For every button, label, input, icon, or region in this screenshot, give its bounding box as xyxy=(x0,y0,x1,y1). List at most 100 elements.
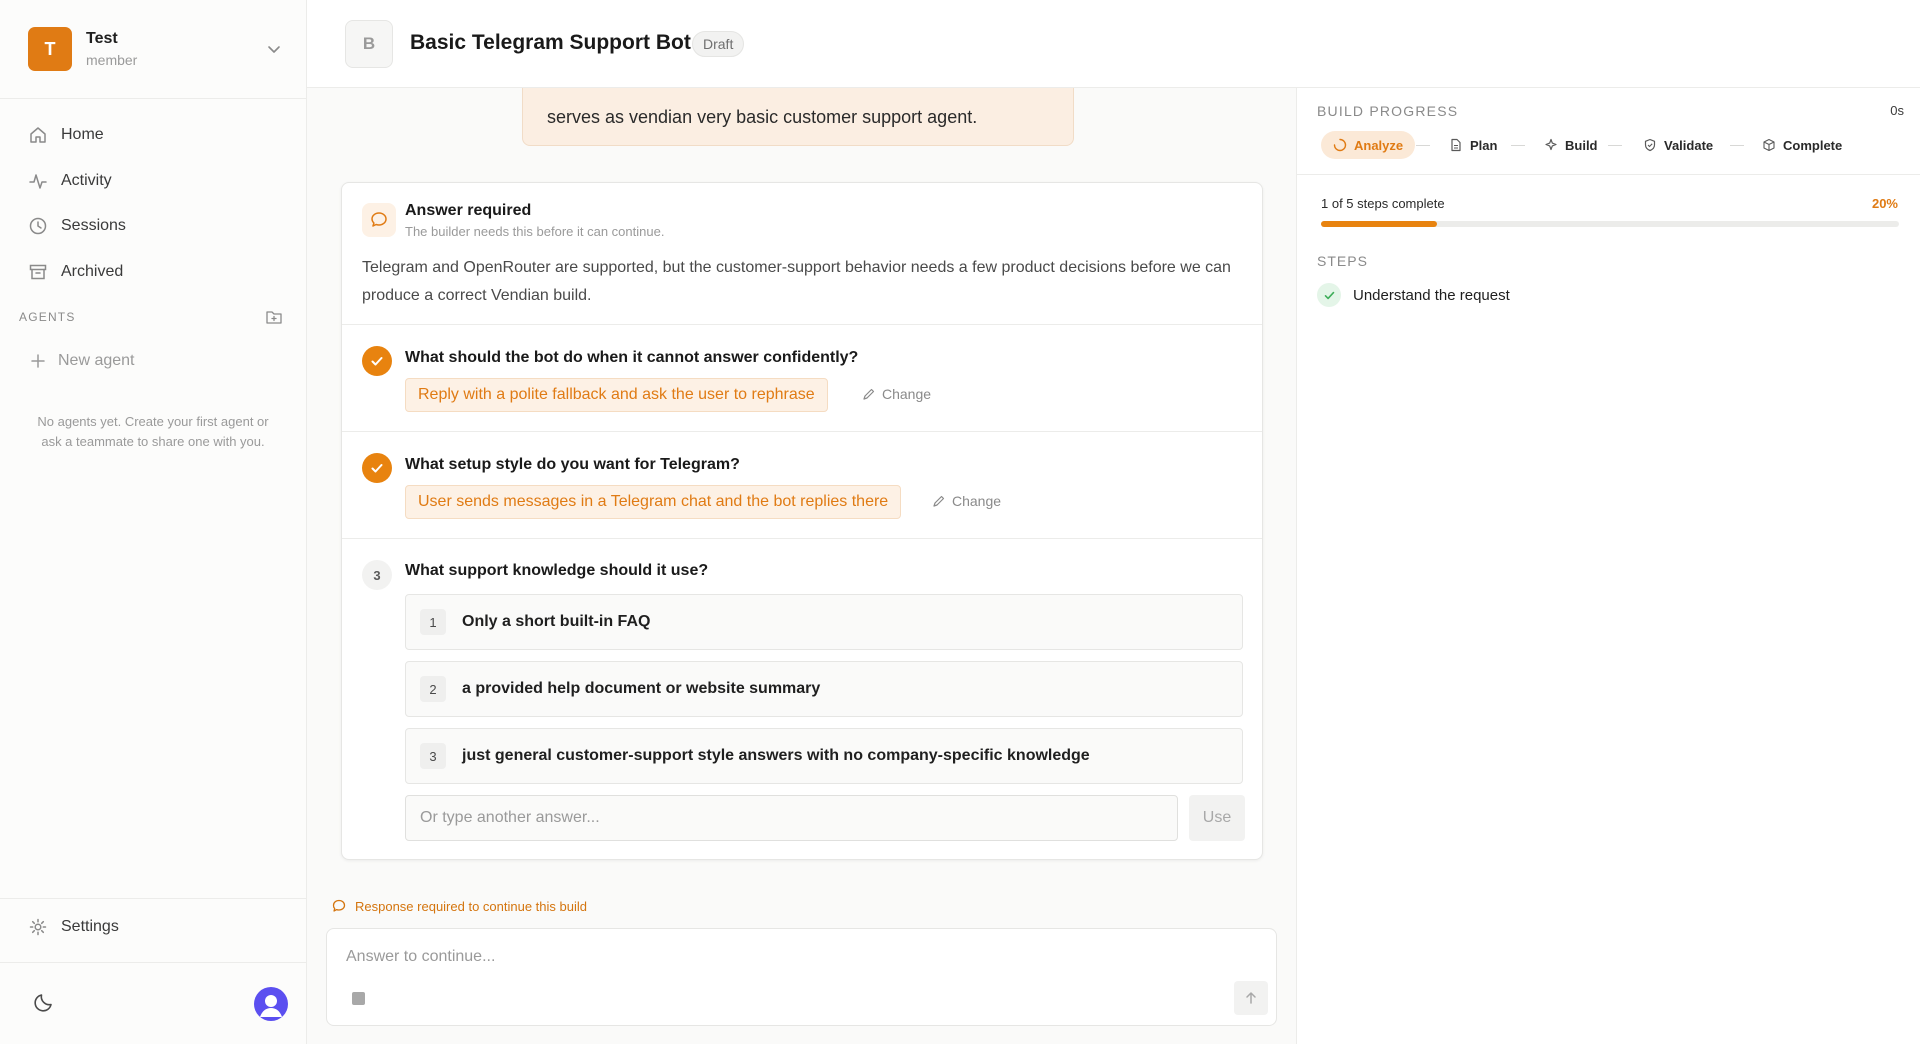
chat-bubble-icon xyxy=(371,212,387,227)
sidebar-item-sessions[interactable]: Sessions xyxy=(28,212,126,240)
stage-build: Build xyxy=(1544,131,1598,159)
sidebar-item-label: Sessions xyxy=(61,217,126,234)
pencil-icon xyxy=(863,388,875,400)
avatar[interactable] xyxy=(254,987,288,1021)
stage-connector xyxy=(1416,145,1430,146)
sidebar-item-label: Archived xyxy=(61,263,124,280)
answer-option[interactable]: 3 just general customer-support style an… xyxy=(405,728,1243,784)
chat-bubble-icon xyxy=(332,899,346,912)
divider xyxy=(342,324,1262,325)
card-subtitle: The builder needs this before it can con… xyxy=(405,224,665,239)
stage-complete: Complete xyxy=(1762,131,1842,159)
divider xyxy=(0,98,307,99)
selected-answer: Reply with a polite fallback and ask the… xyxy=(405,378,828,412)
answer-option[interactable]: 1 Only a short built-in FAQ xyxy=(405,594,1243,650)
question-number: 3 xyxy=(362,560,392,590)
user-icon xyxy=(260,995,282,1017)
option-label: just general customer-support style answ… xyxy=(462,747,1090,764)
stage-validate: Validate xyxy=(1643,131,1713,159)
workspace-name: Test xyxy=(86,30,118,47)
change-answer-button[interactable]: Change xyxy=(932,493,1001,509)
activity-icon xyxy=(29,174,47,189)
workspace-avatar: T xyxy=(28,27,72,71)
answered-check xyxy=(362,453,392,483)
divider xyxy=(0,962,307,963)
question-text: What support knowledge should it use? xyxy=(405,562,709,579)
settings-button[interactable]: Settings xyxy=(28,917,119,937)
answered-check xyxy=(362,346,392,376)
option-label: a provided help document or website summ… xyxy=(462,680,821,697)
sidebar-item-archived[interactable]: Archived xyxy=(28,258,123,286)
agents-section-label: AGENTS xyxy=(19,310,76,324)
other-answer-input[interactable]: Or type another answer... xyxy=(405,795,1178,841)
question-card: Answer required The builder needs this b… xyxy=(341,182,1263,860)
archive-icon xyxy=(29,264,47,280)
build-progress-panel: BUILD PROGRESS 0s Analyze Plan Build Val… xyxy=(1296,88,1920,1044)
status-badge: Draft xyxy=(692,31,745,57)
question-text: What should the bot do when it cannot an… xyxy=(405,349,859,366)
send-button[interactable] xyxy=(1234,981,1268,1015)
progress-bar xyxy=(1321,221,1899,227)
workspace-role: member xyxy=(86,52,138,68)
response-required-note: Response required to continue this build xyxy=(331,898,587,914)
new-agent-button[interactable]: New agent xyxy=(30,352,135,370)
progress-bar-fill xyxy=(1321,221,1437,227)
shield-icon xyxy=(1644,138,1656,152)
use-answer-button[interactable]: Use xyxy=(1189,795,1245,841)
sidebar-item-label: Home xyxy=(61,126,104,143)
new-folder-icon[interactable] xyxy=(265,308,283,326)
check-icon xyxy=(371,357,383,366)
sidebar-item-label: Activity xyxy=(61,172,112,189)
selected-answer: User sends messages in a Telegram chat a… xyxy=(405,485,902,519)
user-message-text: serves as vendian very basic customer su… xyxy=(547,107,978,127)
stage-label: Analyze xyxy=(1354,137,1404,153)
stage-plan: Plan xyxy=(1449,131,1497,159)
sidebar-item-home[interactable]: Home xyxy=(28,121,104,149)
step-label: Understand the request xyxy=(1353,286,1510,304)
workspace-switcher[interactable]: T Test member xyxy=(28,27,284,71)
settings-label: Settings xyxy=(61,918,119,935)
spinner-icon xyxy=(1333,138,1347,152)
option-number: 2 xyxy=(420,676,446,702)
response-required-text: Response required to continue this build xyxy=(355,898,587,914)
moon-icon[interactable] xyxy=(32,990,56,1014)
progress-text: 1 of 5 steps complete xyxy=(1321,196,1445,211)
answer-option[interactable]: 2 a provided help document or website su… xyxy=(405,661,1243,717)
change-answer-button[interactable]: Change xyxy=(862,386,931,402)
option-label: Only a short built-in FAQ xyxy=(462,613,651,630)
agents-empty-note: No agents yet. Create your first agent o… xyxy=(37,414,269,449)
composer-input[interactable]: Answer to continue... xyxy=(346,948,495,966)
build-progress-label: BUILD PROGRESS xyxy=(1317,103,1459,119)
arrow-up-icon xyxy=(1246,992,1256,1004)
home-icon xyxy=(30,127,46,143)
agent-badge: B xyxy=(345,20,393,68)
user-message: serves as vendian very basic customer su… xyxy=(522,88,1074,146)
check-icon xyxy=(1324,291,1334,299)
divider xyxy=(0,898,307,899)
message-composer[interactable]: Answer to continue... xyxy=(326,928,1277,1026)
clock-icon xyxy=(29,217,47,235)
stage-analyze: Analyze xyxy=(1321,131,1416,159)
new-agent-label: New agent xyxy=(58,352,135,369)
stage-label: Plan xyxy=(1470,137,1498,153)
stage-label: Build xyxy=(1565,137,1598,153)
step-done-check xyxy=(1317,283,1341,307)
gear-icon xyxy=(29,918,47,936)
chevron-down-icon[interactable] xyxy=(264,39,284,59)
stage-label: Complete xyxy=(1783,137,1843,153)
stage-connector xyxy=(1730,145,1744,146)
sidebar-item-activity[interactable]: Activity xyxy=(28,167,112,195)
package-icon xyxy=(1763,138,1775,152)
change-label: Change xyxy=(952,493,1002,509)
stop-icon[interactable] xyxy=(352,992,365,1005)
sidebar: T Test member Home Activity Sessions Arc… xyxy=(0,0,307,1044)
divider xyxy=(342,538,1262,539)
stage-connector xyxy=(1608,145,1622,146)
stage-label: Validate xyxy=(1664,137,1714,153)
change-label: Change xyxy=(882,386,932,402)
sparkle-icon xyxy=(1545,138,1557,151)
page-title: Basic Telegram Support Bot xyxy=(410,31,691,54)
elapsed-time: 0s xyxy=(1890,103,1904,118)
option-number: 1 xyxy=(420,609,446,635)
progress-percent: 20% xyxy=(1871,196,1898,211)
